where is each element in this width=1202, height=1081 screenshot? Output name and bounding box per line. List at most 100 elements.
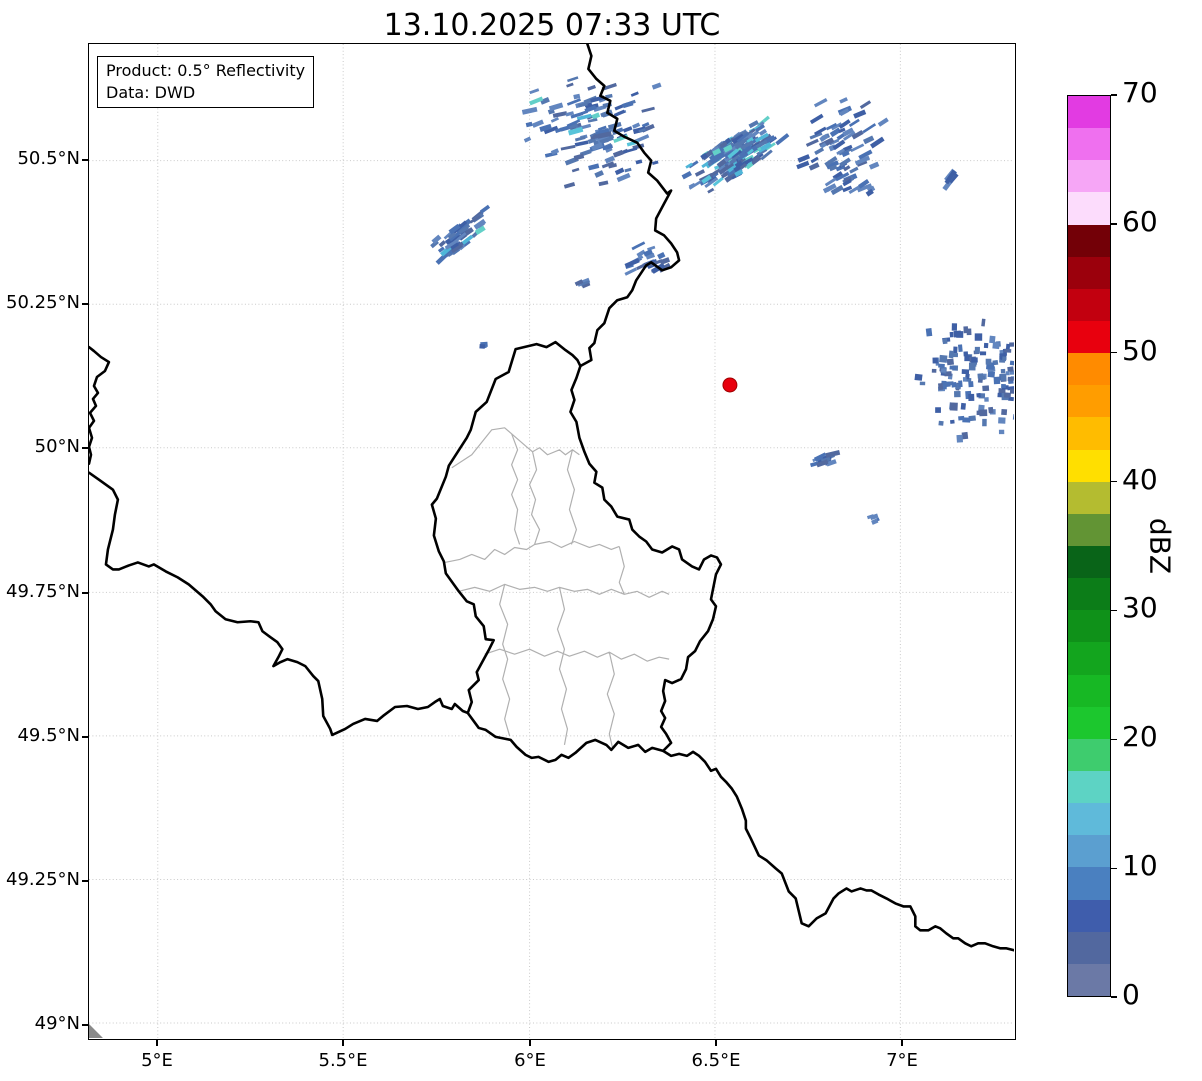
- product-line: Product: 0.5° Reflectivity: [106, 60, 305, 82]
- colorbar-segment: [1068, 128, 1110, 160]
- colorbar: [1067, 95, 1111, 997]
- colorbar-segment: [1068, 739, 1110, 771]
- radar-echo-cell: [979, 409, 987, 416]
- radar-echo-cell: [1001, 384, 1006, 388]
- radar-echo-cell: [641, 107, 655, 113]
- border-belgium-germany: [580, 44, 679, 366]
- radar-echo-cell: [958, 380, 963, 387]
- colorbar-segment: [1068, 289, 1110, 321]
- radar-echo-cell: [988, 407, 993, 413]
- radar-echo-cell: [797, 154, 810, 163]
- colorbar-tick-label: 50: [1122, 334, 1158, 367]
- y-tick-label: 49.5°N: [0, 725, 80, 746]
- radar-echo-cell: [992, 342, 999, 349]
- radar-echo-cell: [524, 137, 531, 143]
- colorbar-tick-mark: [1111, 94, 1117, 95]
- x-tick-mark: [901, 1040, 902, 1046]
- radar-echo-cell: [796, 161, 809, 169]
- radar-echo-cell: [1004, 392, 1011, 397]
- radar-echo-layer: [430, 76, 1014, 525]
- colorbar-segment: [1068, 353, 1110, 385]
- y-tick-mark: [82, 447, 88, 448]
- radar-echo-cell: [961, 403, 966, 410]
- radar-echo-cell: [878, 118, 889, 127]
- colorbar-tick-mark: [1111, 481, 1117, 482]
- colorbar-segment: [1068, 417, 1110, 449]
- map-svg: [89, 44, 1014, 1038]
- data-source-line: Data: DWD: [106, 82, 305, 104]
- y-tick-mark: [82, 736, 88, 737]
- radar-echo-cell: [598, 180, 608, 186]
- radar-echo-cell: [1007, 366, 1013, 372]
- radar-echo-cell: [975, 333, 983, 340]
- canton-borders: [445, 428, 669, 747]
- colorbar-tick-label: 20: [1122, 720, 1158, 753]
- radar-echo-cell: [551, 117, 559, 123]
- radar-echo-cell: [529, 88, 539, 94]
- radar-echo-cell: [926, 328, 933, 336]
- radar-echo-cell: [982, 385, 989, 391]
- radar-echo-cell: [962, 417, 970, 422]
- colorbar-segment: [1068, 964, 1110, 996]
- colorbar-tick-label: 40: [1122, 463, 1158, 496]
- x-tick-mark: [342, 1040, 343, 1046]
- colorbar-segment: [1068, 771, 1110, 803]
- radar-echo-cell: [1002, 356, 1006, 361]
- radar-echo-cell: [1013, 414, 1014, 420]
- radar-echo-cell: [920, 382, 925, 386]
- x-tick-label: 5°E: [141, 1050, 173, 1071]
- radar-echo-cell: [942, 338, 947, 344]
- radar-echo-cell: [971, 357, 978, 362]
- colorbar-segment: [1068, 578, 1110, 610]
- colorbar-segment: [1068, 675, 1110, 707]
- radar-echo-cell: [1006, 371, 1010, 375]
- colorbar-tick-label: 70: [1122, 76, 1158, 109]
- radar-echo-cell: [980, 376, 985, 380]
- radar-echo-cell: [963, 351, 968, 356]
- radar-echo-cell: [1004, 349, 1011, 353]
- radar-echo-cell: [1008, 377, 1014, 382]
- radar-echo-cell: [615, 168, 625, 176]
- radar-echo-cell: [862, 123, 876, 133]
- figure-title: 13.10.2025 07:33 UTC: [384, 8, 721, 43]
- radar-echo-cell: [853, 110, 866, 119]
- radar-echo-cell: [947, 358, 954, 365]
- radar-echo-cell: [617, 173, 631, 182]
- radar-echo-cell: [632, 122, 640, 128]
- colorbar-segment: [1068, 707, 1110, 739]
- colorbar-segment: [1068, 835, 1110, 867]
- country-borders: [89, 44, 1014, 950]
- radar-echo-cell: [1006, 344, 1010, 350]
- colorbar-segment: [1068, 160, 1110, 192]
- border-france-germany: [663, 751, 1014, 950]
- colorbar-tick-mark: [1111, 739, 1117, 740]
- colorbar-tick-label: 60: [1122, 205, 1158, 238]
- radar-echo-cell: [997, 393, 1002, 398]
- y-tick-label: 49.75°N: [0, 581, 80, 602]
- colorbar-segment: [1068, 450, 1110, 482]
- colorbar-segment: [1068, 867, 1110, 899]
- radar-echo-cell: [967, 328, 972, 335]
- radar-echo-cell: [986, 359, 992, 365]
- radar-echo-cell: [839, 97, 848, 104]
- y-tick-label: 50.25°N: [0, 292, 80, 313]
- radar-echo-cell: [529, 97, 543, 106]
- radar-echo-cell: [814, 98, 828, 107]
- radar-echo-cell: [809, 162, 820, 170]
- radar-echo-cell: [624, 168, 631, 173]
- colorbar-segment: [1068, 321, 1110, 353]
- x-tick-label: 5.5°E: [319, 1050, 368, 1071]
- radar-echo-cell: [849, 167, 858, 174]
- colorbar-segment: [1068, 225, 1110, 257]
- radar-echo-cell: [652, 160, 659, 165]
- radar-echo-cell: [939, 355, 947, 363]
- radar-echo-cell: [950, 402, 958, 410]
- radar-echo-cell: [682, 171, 692, 179]
- y-tick-label: 50.5°N: [0, 148, 80, 169]
- radar-echo-cell: [1000, 374, 1006, 382]
- y-tick-mark: [82, 159, 88, 160]
- radar-echo-cell: [963, 377, 967, 382]
- radar-echo-cell: [811, 157, 819, 164]
- graticule-gridlines: [89, 44, 1014, 1038]
- radar-echo-cell: [574, 154, 585, 161]
